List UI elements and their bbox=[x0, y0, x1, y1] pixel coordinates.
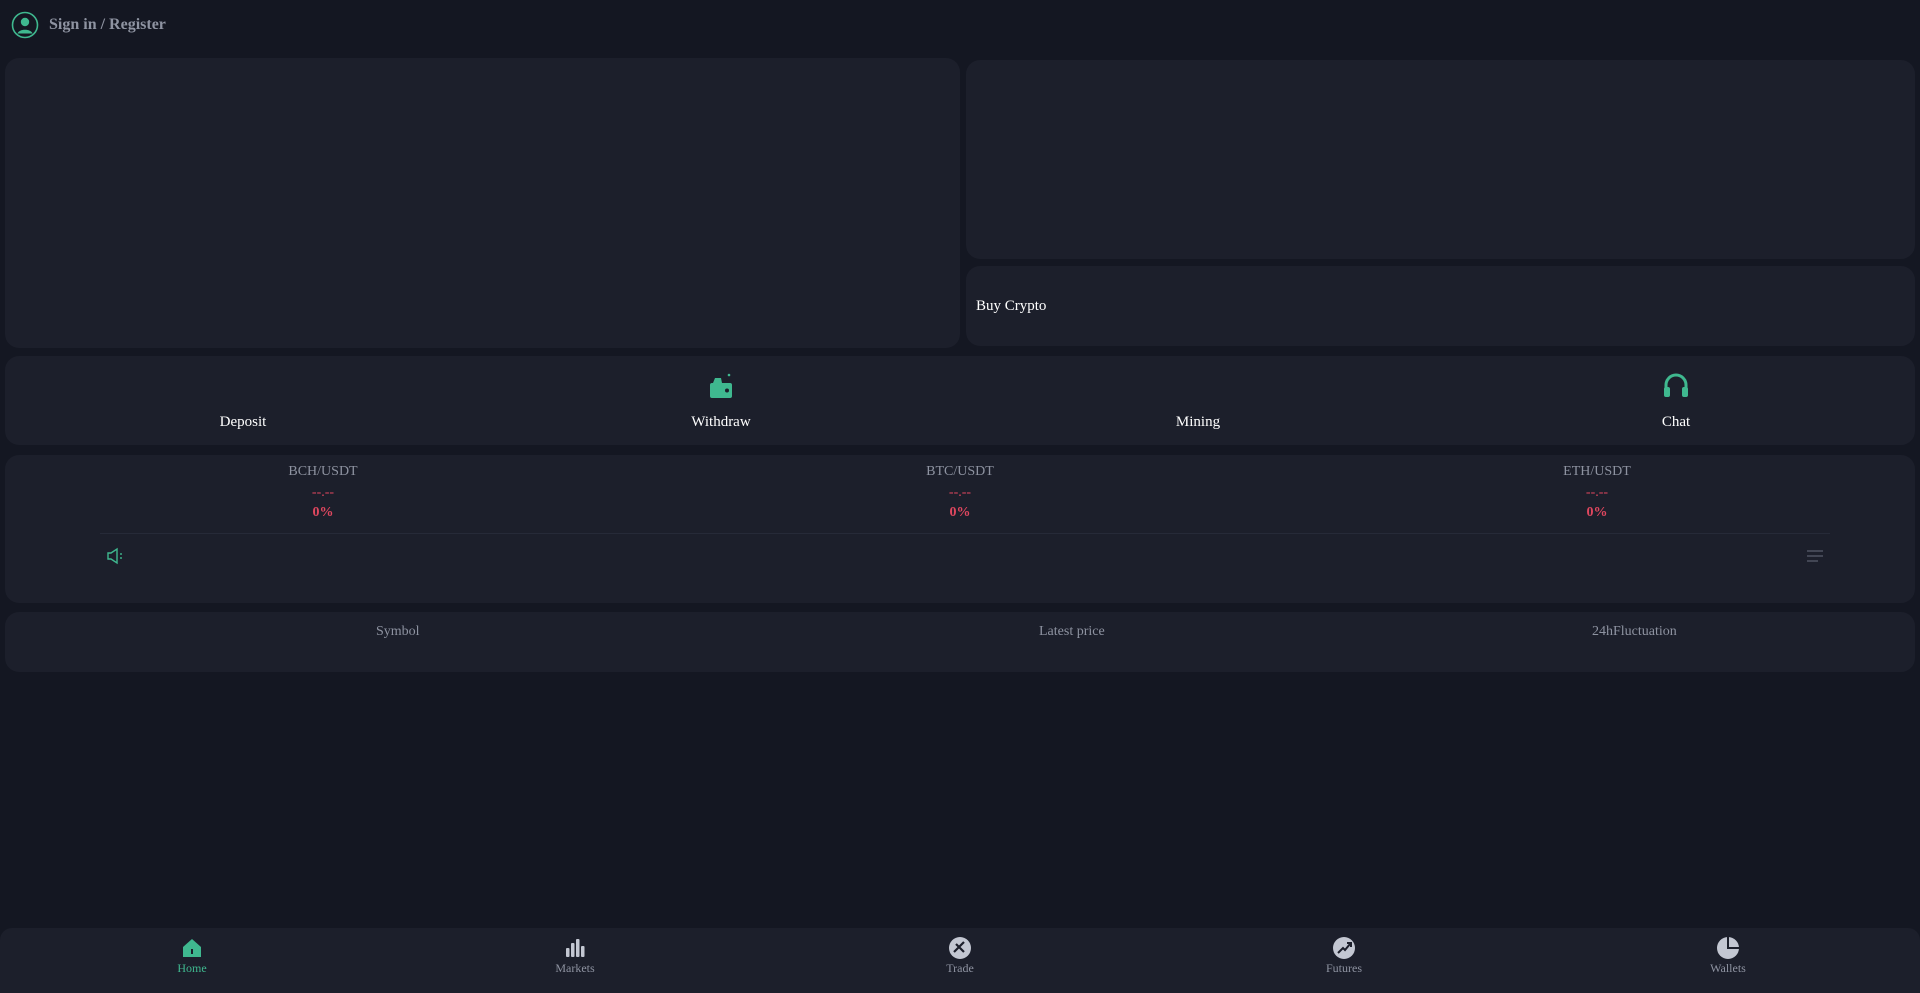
nav-label-home: Home bbox=[177, 961, 207, 975]
bar-chart-icon bbox=[563, 936, 587, 960]
ticker-symbol: ETH/USDT bbox=[1563, 464, 1631, 479]
column-latest-price[interactable]: Latest price bbox=[1039, 624, 1105, 640]
bottom-navigation: Home Markets Trade Futures Wallets bbox=[0, 928, 1920, 993]
buy-crypto-card[interactable]: Buy Crypto bbox=[966, 266, 1915, 346]
mining-label: Mining bbox=[1175, 414, 1221, 430]
nav-label-trade: Trade bbox=[946, 961, 974, 975]
futures-icon bbox=[1332, 936, 1356, 960]
trade-icon bbox=[948, 936, 972, 960]
nav-item-futures[interactable]: Futures bbox=[1284, 936, 1404, 976]
ticker-item-bch[interactable]: BCH/USDT --.-- 0% bbox=[213, 463, 433, 523]
ticker-price: --.-- bbox=[311, 485, 335, 500]
column-24h-fluctuation[interactable]: 24hFluctuation bbox=[1592, 624, 1677, 640]
wallet-icon bbox=[706, 371, 736, 401]
ticker-change: 0% bbox=[949, 505, 971, 520]
mining-button[interactable]: Mining bbox=[1098, 356, 1298, 445]
top-header: Sign in / Register bbox=[0, 0, 1920, 50]
withdraw-button[interactable]: Withdraw bbox=[621, 356, 821, 445]
chat-button[interactable]: Chat bbox=[1576, 356, 1776, 445]
user-avatar-icon[interactable] bbox=[11, 11, 39, 39]
withdraw-label: Withdraw bbox=[691, 414, 751, 430]
signin-register-link[interactable]: Sign in / Register bbox=[49, 16, 166, 34]
ticker-change: 0% bbox=[312, 505, 334, 520]
megaphone-icon bbox=[106, 547, 126, 570]
announcement-bar[interactable] bbox=[100, 533, 1830, 583]
ticker-symbol: BCH/USDT bbox=[288, 464, 358, 479]
nav-label-wallets: Wallets bbox=[1710, 961, 1746, 975]
chat-label: Chat bbox=[1661, 414, 1691, 430]
deposit-button[interactable]: Deposit bbox=[143, 356, 343, 445]
deposit-icon bbox=[228, 371, 258, 401]
nav-label-markets: Markets bbox=[555, 961, 595, 975]
ticker-price: --.-- bbox=[1585, 485, 1609, 500]
market-table-header: Symbol Latest price 24hFluctuation bbox=[5, 612, 1915, 672]
promo-banner-secondary[interactable] bbox=[966, 60, 1915, 259]
ticker-symbol: BTC/USDT bbox=[926, 464, 994, 479]
ticker-item-eth[interactable]: ETH/USDT --.-- 0% bbox=[1487, 463, 1707, 523]
column-symbol[interactable]: Symbol bbox=[376, 624, 420, 640]
home-icon bbox=[180, 936, 204, 960]
ticker-change: 0% bbox=[1586, 505, 1608, 520]
ticker-price: --.-- bbox=[948, 485, 972, 500]
ticker-panel: BCH/USDT --.-- 0% BTC/USDT --.-- 0% ETH/… bbox=[5, 455, 1915, 603]
nav-item-trade[interactable]: Trade bbox=[900, 936, 1020, 976]
ticker-item-btc[interactable]: BTC/USDT --.-- 0% bbox=[850, 463, 1070, 523]
deposit-label: Deposit bbox=[219, 414, 267, 430]
nav-label-futures: Futures bbox=[1326, 961, 1362, 975]
mining-icon bbox=[1183, 371, 1213, 401]
quick-actions-panel: Deposit Withdraw Mining Chat bbox=[5, 356, 1915, 445]
nav-item-markets[interactable]: Markets bbox=[515, 936, 635, 976]
nav-item-home[interactable]: Home bbox=[132, 936, 252, 976]
menu-list-icon[interactable] bbox=[1806, 549, 1824, 568]
promo-banner-main[interactable] bbox=[5, 58, 960, 348]
headset-icon bbox=[1661, 371, 1691, 401]
buy-crypto-label: Buy Crypto bbox=[976, 297, 1047, 314]
pie-chart-icon bbox=[1716, 936, 1740, 960]
nav-item-wallets[interactable]: Wallets bbox=[1668, 936, 1788, 976]
